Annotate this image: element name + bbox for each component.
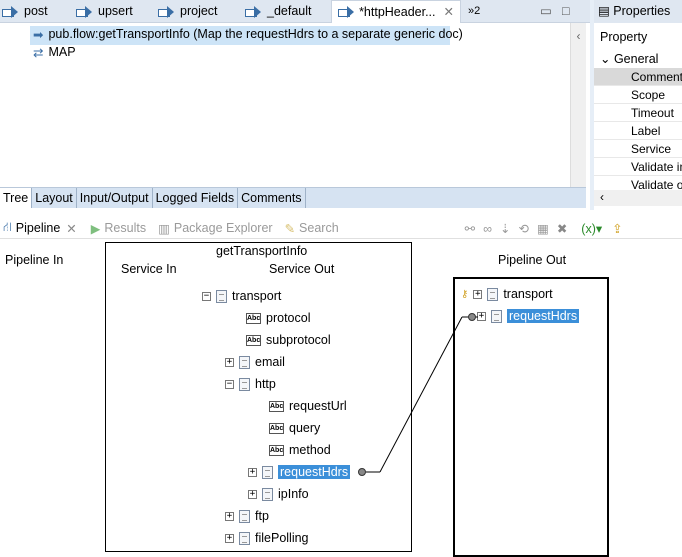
- tree-node-ftp[interactable]: + ftp: [225, 507, 269, 525]
- pipeline-action-icons[interactable]: ⚯∞⇣⟲▦: [465, 221, 557, 236]
- pipeline-in-label: Pipeline In: [5, 253, 64, 267]
- editor-scrollbar[interactable]: ‹: [570, 23, 586, 187]
- tree-node-method[interactable]: Abc method: [269, 441, 331, 459]
- document-ref-icon: [216, 289, 227, 303]
- collapse-icon[interactable]: −: [225, 379, 234, 389]
- overflow-tabs[interactable]: »2: [468, 0, 480, 23]
- pipeline-out-transport[interactable]: ⚷ + transport: [461, 285, 553, 303]
- pipeline-icon: ⛙: [3, 220, 12, 234]
- tree-node-email[interactable]: + email: [225, 353, 285, 371]
- pipeline-out-requesthdrs[interactable]: + requestHdrs: [477, 307, 580, 325]
- string-icon: Abc: [246, 334, 261, 346]
- expand-icon[interactable]: +: [473, 289, 483, 299]
- expand-icon[interactable]: +: [248, 489, 257, 499]
- editor-tab-bar: post upsert project _default *httpHeader…: [0, 0, 590, 23]
- tree-node-query[interactable]: Abc query: [269, 419, 320, 437]
- close-icon[interactable]: ✕: [444, 1, 454, 24]
- view-toolbar: ⛙ Pipeline ✕ ▶ Results ▥ Package Explore…: [0, 217, 682, 239]
- prop-row[interactable]: Scope: [594, 86, 682, 104]
- expand-icon[interactable]: +: [225, 533, 234, 543]
- service-in-label: Service In: [121, 262, 177, 276]
- document-icon: [262, 487, 273, 501]
- service-out-label: Service Out: [269, 262, 335, 276]
- tab-search[interactable]: Search: [299, 221, 339, 235]
- prop-row[interactable]: Validate in: [594, 158, 682, 176]
- pipeline-out-label: Pipeline Out: [498, 253, 567, 267]
- expand-icon[interactable]: +: [477, 311, 486, 321]
- tab-upsert[interactable]: upsert: [76, 0, 133, 23]
- editor-bottom-tabs: Tree Layout Input/Output Logged Fields C…: [0, 187, 586, 208]
- properties-icon: ▤: [598, 4, 614, 18]
- tree-node-ipinfo[interactable]: + ipInfo: [248, 485, 309, 503]
- tab-httpheader[interactable]: *httpHeader... ✕: [331, 0, 461, 23]
- tab-default[interactable]: _default: [245, 0, 311, 23]
- tab-logged-fields[interactable]: Logged Fields: [153, 188, 239, 208]
- string-icon: Abc: [246, 312, 261, 324]
- expand-icon[interactable]: +: [248, 467, 257, 477]
- tab-pipeline[interactable]: Pipeline: [16, 221, 60, 235]
- tab-input-output[interactable]: Input/Output: [77, 188, 153, 208]
- search-icon: ✎: [284, 221, 296, 236]
- properties-panel: ▤ Properties Property ⌄ General Comments…: [590, 0, 682, 210]
- properties-tab[interactable]: ▤ Properties: [594, 0, 682, 23]
- property-header: Property: [600, 30, 648, 44]
- flow-icon: [2, 5, 20, 18]
- flow-step-invoke[interactable]: ➡ pub.flow:getTransportInfo (Map the requ…: [33, 27, 463, 42]
- prop-row[interactable]: Service: [594, 140, 682, 158]
- map-icon: ⇄: [33, 46, 44, 60]
- flow-icon: [76, 5, 94, 18]
- flow-editor: [0, 23, 586, 187]
- tab-post[interactable]: post: [2, 0, 48, 23]
- tree-node-transport[interactable]: − transport: [202, 287, 281, 305]
- tab-results[interactable]: Results: [104, 221, 146, 235]
- tab-package-explorer[interactable]: Package Explorer: [174, 221, 273, 235]
- document-icon: [239, 509, 250, 523]
- set-value-icon[interactable]: (x)▾: [581, 221, 602, 236]
- props-hscrollbar[interactable]: ‹: [594, 190, 682, 206]
- document-icon: [491, 309, 502, 323]
- tab-layout[interactable]: Layout: [32, 188, 77, 208]
- flow-icon: [338, 6, 355, 18]
- tree-node-protocol[interactable]: Abc protocol: [246, 309, 310, 327]
- document-icon: [239, 355, 250, 369]
- key-icon: ⚷: [461, 288, 469, 300]
- collapse-icon[interactable]: −: [202, 291, 211, 301]
- delete-icon[interactable]: ✖: [557, 221, 567, 236]
- tree-node-requesturl[interactable]: Abc requestUrl: [269, 397, 347, 415]
- tab-project[interactable]: project: [158, 0, 218, 23]
- document-icon: [262, 465, 273, 479]
- prop-row[interactable]: Timeout: [594, 104, 682, 122]
- document-icon: [239, 531, 250, 545]
- tab-comments[interactable]: Comments: [238, 188, 306, 208]
- close-icon[interactable]: ✕: [66, 221, 76, 236]
- maximize-icon[interactable]: □: [562, 0, 570, 23]
- document-icon: [239, 377, 250, 391]
- service-name: getTransportInfo: [216, 244, 308, 258]
- group-general[interactable]: ⌄ General: [600, 51, 658, 66]
- expand-icon[interactable]: +: [225, 357, 234, 367]
- string-icon: Abc: [269, 444, 284, 456]
- export-icon[interactable]: ⇪: [612, 221, 622, 236]
- tree-node-filepolling[interactable]: + filePolling: [225, 529, 309, 547]
- divider: [0, 238, 682, 239]
- expand-icon[interactable]: +: [225, 511, 234, 521]
- flow-icon: [245, 5, 263, 18]
- string-icon: Abc: [269, 400, 284, 412]
- string-icon: Abc: [269, 422, 284, 434]
- tab-tree[interactable]: Tree: [0, 188, 33, 208]
- tree-node-subprotocol[interactable]: Abc subprotocol: [246, 331, 331, 349]
- tree-node-requesthdrs[interactable]: + requestHdrs: [248, 463, 351, 481]
- package-explorer-icon: ▥: [158, 221, 170, 236]
- invoke-arrow-icon: ➡: [33, 28, 44, 42]
- prop-row[interactable]: Label: [594, 122, 682, 140]
- minimize-icon[interactable]: ▭: [540, 0, 552, 23]
- results-icon: ▶: [90, 221, 101, 236]
- prop-row[interactable]: Comments: [594, 68, 682, 86]
- tree-node-http[interactable]: − http: [225, 375, 276, 393]
- document-ref-icon: [487, 287, 499, 301]
- flow-step-map[interactable]: ⇄ MAP: [33, 45, 76, 60]
- flow-icon: [158, 5, 176, 18]
